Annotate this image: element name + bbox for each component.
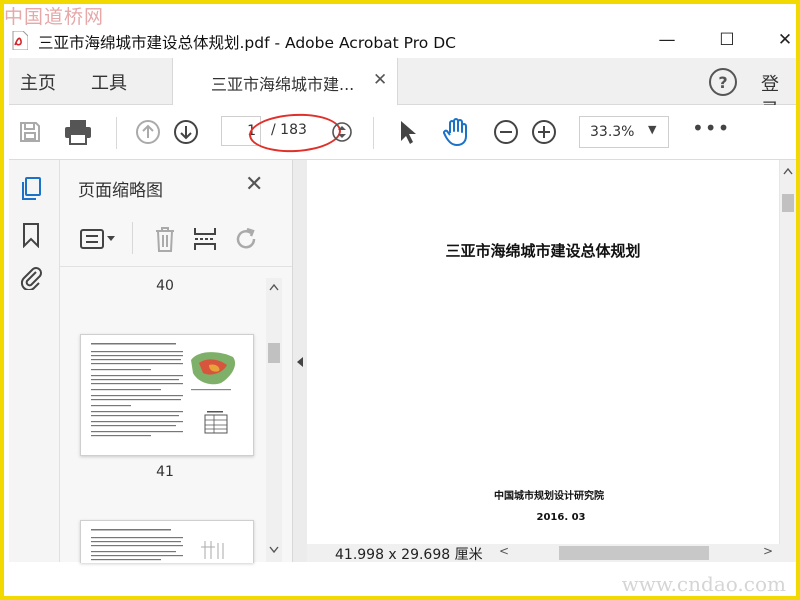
page-thumbnail-preview [91, 529, 224, 561]
collapse-left-icon [297, 357, 303, 367]
select-cursor-icon[interactable] [393, 117, 423, 147]
toolbar: 1 / 183 33.3% ▼ ••• [9, 105, 796, 160]
bookmarks-icon[interactable] [19, 222, 43, 248]
watermark-bottom-right: www.cndao.com [621, 572, 786, 596]
help-icon[interactable]: ? [709, 68, 737, 96]
extract-pages-icon[interactable] [190, 224, 220, 254]
page-dimensions: 41.998 x 29.698 厘米 [335, 547, 483, 563]
minimize-button[interactable]: — [644, 26, 690, 54]
zoom-out-icon[interactable] [491, 117, 521, 147]
document-date: 2016. 03 [536, 512, 586, 523]
home-menu[interactable]: 主页 [20, 69, 56, 95]
menu-bar: 主页 工具 三亚市海绵城市建... ✕ ? 登录 [9, 58, 796, 121]
hand-tool-icon[interactable] [441, 117, 471, 147]
pdf-file-icon [12, 31, 28, 50]
scroll-right-icon[interactable]: > [763, 544, 773, 558]
page-thumbnail[interactable] [80, 520, 254, 563]
panel-scrollbar[interactable] [266, 278, 282, 562]
zoom-value: 33.3% [590, 124, 635, 140]
document-scroll-thumb[interactable] [782, 194, 794, 212]
document-tab[interactable]: 三亚市海绵城市建... ✕ [172, 58, 398, 105]
previous-page-icon[interactable] [133, 117, 163, 147]
scroll-up-icon [269, 283, 279, 291]
thumbnail-label: 40 [156, 278, 174, 294]
thumbnails-panel: 页面缩略图 ✕ 40 41 [60, 160, 293, 563]
status-bar: 41.998 x 29.698 厘米 < > [307, 544, 796, 563]
scroll-down-icon [269, 546, 279, 554]
toolbar-divider [373, 117, 374, 149]
thumbnail-options-icon[interactable] [78, 224, 118, 254]
window-title: 三亚市海绵城市建设总体规划.pdf - Adobe Acrobat Pro DC [38, 34, 456, 52]
print-icon[interactable] [63, 117, 93, 147]
document-title: 三亚市海绵城市建设总体规划 [445, 242, 641, 260]
scroll-up-icon [783, 167, 793, 175]
scroll-left-icon[interactable]: < [499, 544, 509, 558]
rotate-page-icon[interactable] [232, 224, 262, 254]
document-vertical-scrollbar[interactable] [780, 160, 796, 544]
page-thumbnail[interactable] [80, 334, 254, 456]
watermark-top-left: 中国道桥网 [4, 6, 105, 28]
page-thumbnails-icon[interactable] [19, 176, 43, 202]
tab-label: 三亚市海绵城市建... [211, 75, 355, 94]
next-page-icon[interactable] [171, 117, 201, 147]
page-thumbnail-preview [91, 343, 236, 437]
panel-close-icon[interactable]: ✕ [245, 172, 263, 197]
zoom-level-select[interactable]: 33.3% ▼ [579, 116, 669, 148]
title-bar: 三亚市海绵城市建设总体规划.pdf - Adobe Acrobat Pro DC… [4, 22, 796, 58]
document-organization: 中国城市规划设计研究院 [494, 491, 604, 502]
document-page: 三亚市海绵城市建设总体规划 中国城市规划设计研究院 2016. 03 [307, 160, 779, 544]
panel-scroll-thumb[interactable] [268, 343, 280, 363]
maximize-button[interactable]: ☐ [704, 26, 750, 54]
horizontal-scroll-thumb[interactable] [559, 546, 709, 560]
more-tools-icon[interactable]: ••• [692, 116, 730, 140]
page-stepper-icon[interactable] [327, 117, 357, 147]
navigation-rail [9, 160, 60, 562]
thumbnail-label: 41 [156, 464, 174, 480]
chevron-down-icon: ▼ [648, 123, 657, 136]
panel-toolbar [60, 212, 292, 267]
close-window-button[interactable]: ✕ [762, 26, 800, 54]
delete-page-icon[interactable] [150, 224, 180, 254]
save-icon[interactable] [15, 117, 45, 147]
attachments-icon[interactable] [19, 264, 43, 290]
tools-menu[interactable]: 工具 [91, 69, 127, 95]
zoom-in-icon[interactable] [529, 117, 559, 147]
document-viewport[interactable]: 三亚市海绵城市建设总体规划 中国城市规划设计研究院 2016. 03 [307, 160, 780, 544]
panel-divider [132, 222, 133, 254]
tab-close-icon[interactable]: ✕ [373, 70, 387, 90]
panel-title: 页面缩略图 [78, 181, 163, 201]
panel-collapse-handle[interactable] [293, 160, 307, 562]
toolbar-divider [116, 117, 117, 149]
